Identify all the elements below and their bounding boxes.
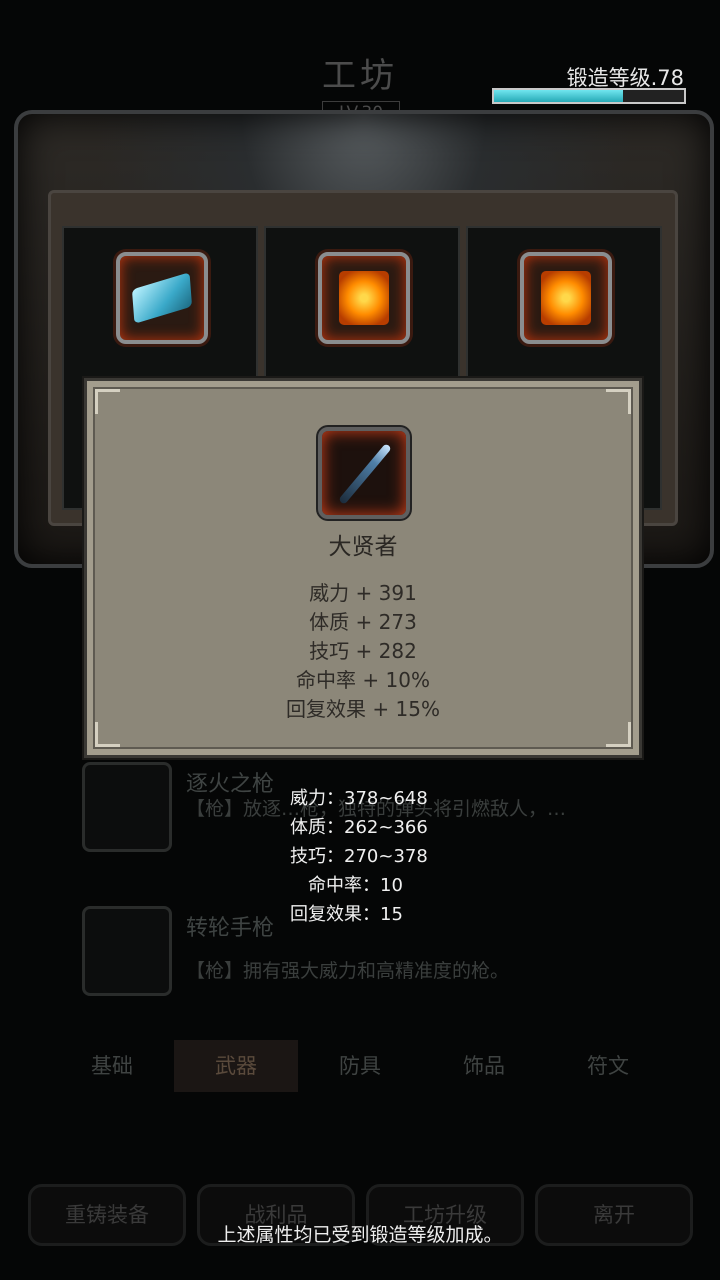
range-recovery: 回复效果：15 [290, 904, 403, 925]
tab-runes[interactable]: 符文 [546, 1040, 670, 1092]
range-constitution: 体质：262~366 [290, 817, 428, 838]
forge-level-progress-fill [494, 90, 624, 102]
fire-rune-icon[interactable] [520, 252, 612, 344]
stat-recovery: 回复效果 + 15% [286, 697, 440, 721]
tab-weapons[interactable]: 武器 [174, 1040, 298, 1092]
stat-constitution: 体质 + 273 [309, 610, 417, 634]
rifle-icon [82, 762, 172, 852]
category-tabs: 基础 武器 防具 饰品 符文 [50, 1040, 670, 1092]
revolver-icon [82, 906, 172, 996]
item-name: 转轮手枪 [186, 916, 275, 941]
forge-level-progress-bar [492, 88, 686, 104]
stat-ranges: 威力：378~648 体质：262~366 技巧：270~378 命中率：10 … [290, 784, 428, 929]
fire-rune-icon[interactable] [318, 252, 410, 344]
staff-icon [318, 427, 410, 519]
item-description: 【枪】拥有强大威力和高精准度的枪。 [186, 960, 510, 982]
stat-power: 威力 + 391 [309, 581, 417, 605]
stat-skill: 技巧 + 282 [309, 639, 417, 663]
tab-accessories[interactable]: 饰品 [422, 1040, 546, 1092]
item-detail-modal[interactable]: 大贤者 威力 + 391 体质 + 273 技巧 + 282 命中率 + 10%… [84, 378, 642, 758]
item-stats: 威力 + 391 体质 + 273 技巧 + 282 命中率 + 10% 回复效… [87, 579, 639, 724]
item-title: 大贤者 [328, 534, 398, 560]
range-power: 威力：378~648 [290, 788, 428, 809]
crystal-ingot-icon[interactable] [116, 252, 208, 344]
bonus-note: 上述属性均已受到锻造等级加成。 [217, 1224, 503, 1246]
tab-basic[interactable]: 基础 [50, 1040, 174, 1092]
range-hit-rate: 命中率：10 [308, 875, 403, 896]
stat-hit-rate: 命中率 + 10% [296, 668, 430, 692]
tab-armor[interactable]: 防具 [298, 1040, 422, 1092]
range-skill: 技巧：270~378 [290, 846, 428, 867]
